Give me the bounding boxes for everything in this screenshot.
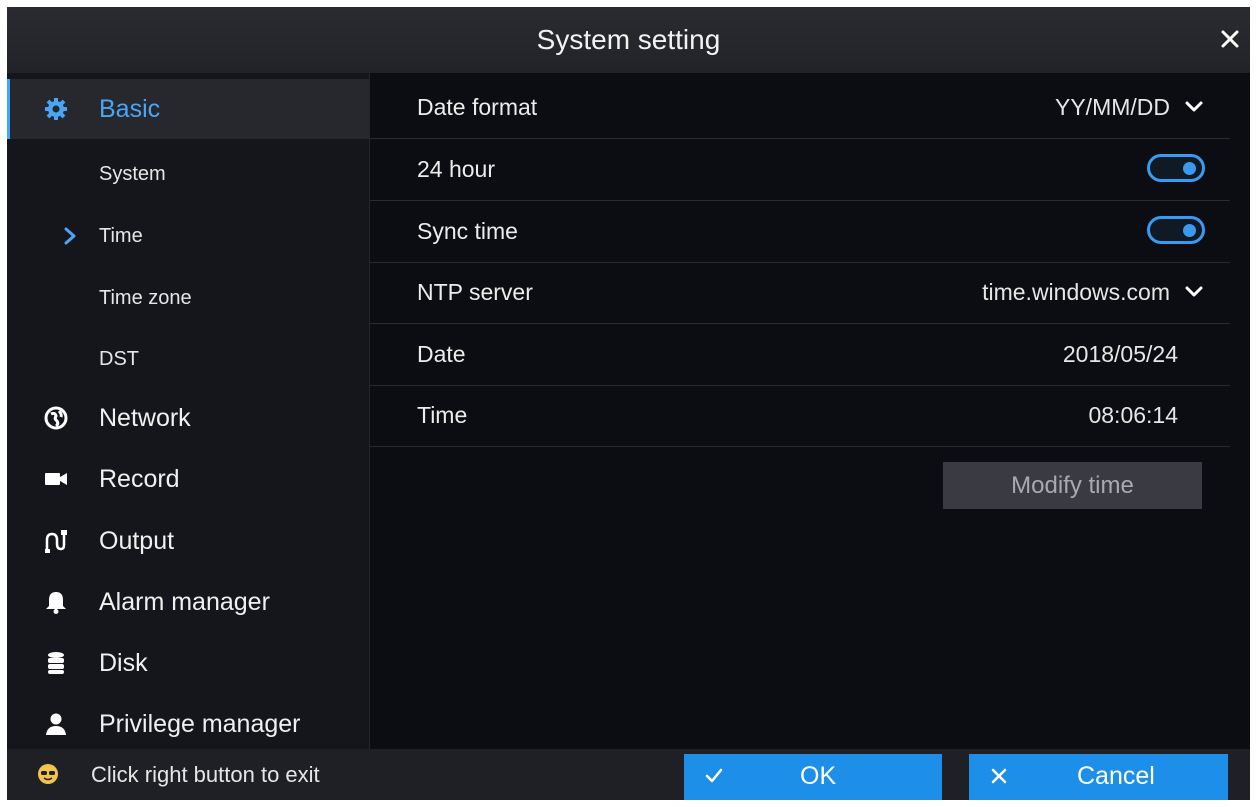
video-camera-icon	[45, 473, 67, 485]
sidebar-item-alarm-manager[interactable]: Alarm manager	[7, 572, 369, 632]
title-bar: System setting	[7, 7, 1250, 73]
subitem-time[interactable]: Time	[7, 205, 369, 267]
system-setting-dialog: System setting Basic System Time Time zo…	[7, 7, 1250, 800]
sidebar-item-output[interactable]: Output	[7, 511, 369, 571]
cancel-button[interactable]: Cancel	[969, 754, 1228, 800]
sidebar-item-label: Output	[99, 527, 175, 555]
24-hour-label: 24 hour	[417, 156, 496, 182]
sidebar-item-network[interactable]: Network	[7, 388, 369, 448]
settings-panel: Date format YY/MM/DD 24 hour Sync time N…	[370, 73, 1250, 749]
ntp-server-select[interactable]: time.windows.com	[982, 262, 1170, 323]
time-row: Time 08:06:14	[370, 385, 1230, 447]
modify-time-button[interactable]: Modify time	[943, 462, 1202, 509]
subitem-dst[interactable]: DST	[7, 328, 369, 390]
check-icon	[705, 768, 723, 783]
toggle-knob	[1183, 162, 1196, 175]
user-icon	[46, 713, 66, 735]
close-icon	[991, 768, 1007, 784]
date-label: Date	[417, 341, 466, 367]
gear-icon	[45, 98, 67, 120]
database-icon	[48, 652, 64, 674]
time-label: Time	[417, 402, 468, 428]
subitem-time-zone[interactable]: Time zone	[7, 267, 369, 329]
sidebar-item-disk[interactable]: Disk	[7, 633, 369, 693]
time-value[interactable]: 08:06:14	[1088, 385, 1178, 446]
subitem-system[interactable]: System	[7, 143, 369, 205]
subitem-label: DST	[99, 348, 139, 370]
date-format-select[interactable]: YY/MM/DD	[1055, 77, 1170, 138]
subitem-label: Time	[99, 225, 143, 247]
date-format-row: Date format YY/MM/DD	[370, 77, 1230, 139]
sidebar-item-basic[interactable]: Basic	[7, 79, 369, 139]
mouse-hint-icon	[38, 764, 58, 784]
sidebar-item-label: Network	[99, 404, 191, 432]
ntp-server-row: NTP server time.windows.com	[370, 262, 1230, 324]
sidebar-item-record[interactable]: Record	[7, 449, 369, 509]
sync-time-toggle[interactable]	[1147, 216, 1205, 244]
dialog-title: System setting	[536, 24, 721, 55]
ntp-server-label: NTP server	[417, 279, 533, 305]
globe-icon	[44, 406, 68, 430]
date-value[interactable]: 2018/05/24	[1063, 324, 1178, 385]
output-icon	[45, 530, 67, 553]
cancel-label: Cancel	[1077, 762, 1155, 790]
close-icon[interactable]	[1218, 27, 1242, 51]
ok-button[interactable]: OK	[684, 754, 942, 800]
bottom-bar: Click right button to exit OK Cancel	[7, 749, 1250, 800]
date-row: Date 2018/05/24	[370, 324, 1230, 386]
sidebar-item-label: Privilege manager	[99, 710, 301, 738]
sidebar: Basic System Time Time zone DST Network	[7, 73, 370, 749]
24-hour-toggle[interactable]	[1147, 154, 1205, 182]
toggle-knob	[1183, 224, 1196, 237]
chevron-down-icon[interactable]	[1184, 284, 1204, 300]
subitem-label: System	[99, 163, 166, 185]
24-hour-row: 24 hour	[370, 139, 1230, 201]
date-format-label: Date format	[417, 94, 538, 120]
subitem-label: Time zone	[99, 287, 192, 309]
sidebar-item-label: Alarm manager	[99, 588, 270, 616]
sidebar-item-privilege-manager[interactable]: Privilege manager	[7, 694, 369, 754]
bell-icon	[46, 592, 66, 614]
sync-time-label: Sync time	[417, 218, 518, 244]
sidebar-item-label: Record	[99, 465, 180, 493]
sidebar-item-label: Basic	[99, 95, 161, 123]
chevron-right-icon	[64, 227, 76, 245]
exit-hint: Click right button to exit	[91, 762, 320, 787]
sidebar-item-label: Disk	[99, 649, 148, 677]
ok-label: OK	[800, 762, 837, 790]
sync-time-row: Sync time	[370, 201, 1230, 263]
chevron-down-icon[interactable]	[1184, 99, 1204, 115]
